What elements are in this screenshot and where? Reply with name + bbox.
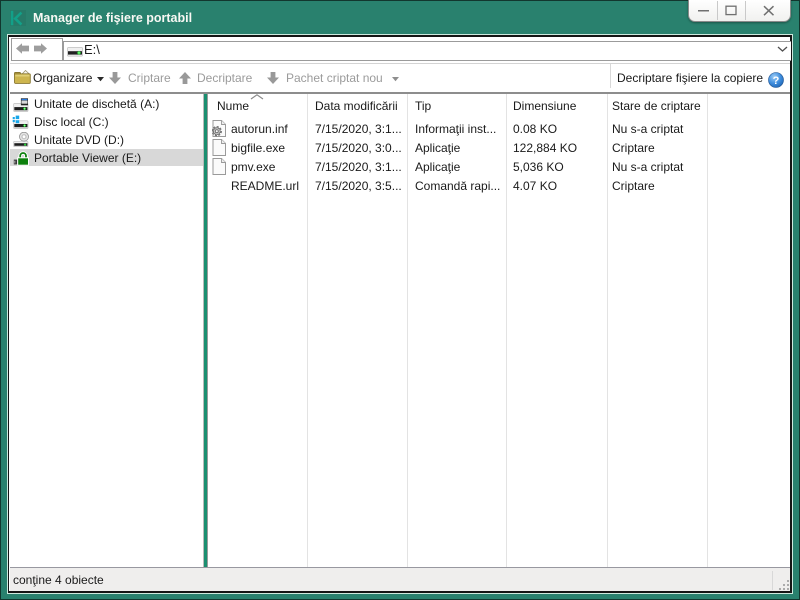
svg-text:?: ? bbox=[773, 75, 780, 87]
